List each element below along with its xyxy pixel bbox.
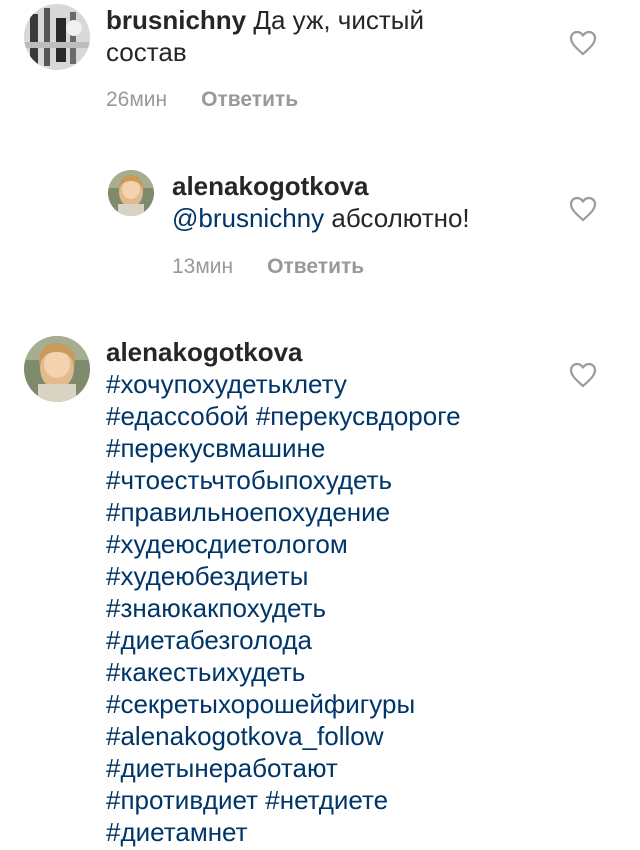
comment-meta: 13мин Ответить xyxy=(172,255,364,279)
comment-text: абсолютно! xyxy=(324,203,470,233)
reply-button[interactable]: Ответить xyxy=(201,88,298,111)
hashtag-link[interactable]: #какестьихудеть xyxy=(106,656,576,688)
hashtag-link[interactable]: #диетабезголода xyxy=(106,624,576,656)
hashtag-link[interactable]: #чтоестьчтобыпохудеть xyxy=(106,464,576,496)
hashtag-link[interactable]: #хочупохудетьклету xyxy=(106,368,576,400)
hashtag-link[interactable]: #противдиет #нетдиете xyxy=(106,784,576,816)
hashtag-text-block: alenakogotkova #хочупохудетьклету #едасс… xyxy=(106,336,576,848)
comment-username[interactable]: alenakogotkova xyxy=(172,171,369,201)
mention-link[interactable]: @brusnichny xyxy=(172,203,324,233)
hashtag-link[interactable]: #худеюсдиетологом xyxy=(106,528,576,560)
hashtag-link[interactable]: #правильноепохудение xyxy=(106,496,576,528)
hashtag-link[interactable]: #худеюбездиеты xyxy=(106,560,576,592)
heart-icon[interactable] xyxy=(569,30,597,56)
heart-icon[interactable] xyxy=(569,362,597,388)
comment-meta: 26мин Ответить xyxy=(106,88,298,112)
reply-button[interactable]: Ответить xyxy=(267,255,364,278)
hashtag-link[interactable]: #alenakogotkova_follow xyxy=(106,720,576,752)
hashtag-link[interactable]: #диетамнет xyxy=(106,816,576,848)
comment-text: Да уж, чистый xyxy=(246,5,424,35)
avatar-alenakogotkova-icon[interactable] xyxy=(108,170,154,216)
comment-timestamp: 26мин xyxy=(106,88,168,111)
comment-username[interactable]: alenakogotkova xyxy=(106,337,303,367)
hashtag-link[interactable]: #едассобой #перекусвдороге xyxy=(106,400,576,432)
avatar-alenakogotkova-icon[interactable] xyxy=(24,336,90,402)
hashtag-link[interactable]: #знаюкакпохудеть xyxy=(106,592,576,624)
comment-username[interactable]: brusnichny xyxy=(106,5,246,35)
comment-text-block: brusnichny Да уж, чистый состав xyxy=(106,4,576,68)
hashtag-link[interactable]: #секретыхорошейфигуры xyxy=(106,688,576,720)
comment-text-continued: состав xyxy=(106,37,187,67)
heart-icon[interactable] xyxy=(569,196,597,222)
hashtag-link[interactable]: #перекусвмашине xyxy=(106,432,576,464)
avatar-brusnichny-icon[interactable] xyxy=(24,4,90,70)
reply-text-block: alenakogotkova @brusnichny абсолютно! xyxy=(172,170,572,234)
hashtag-link[interactable]: #диетынеработают xyxy=(106,752,576,784)
comment-timestamp: 13мин xyxy=(172,255,234,278)
